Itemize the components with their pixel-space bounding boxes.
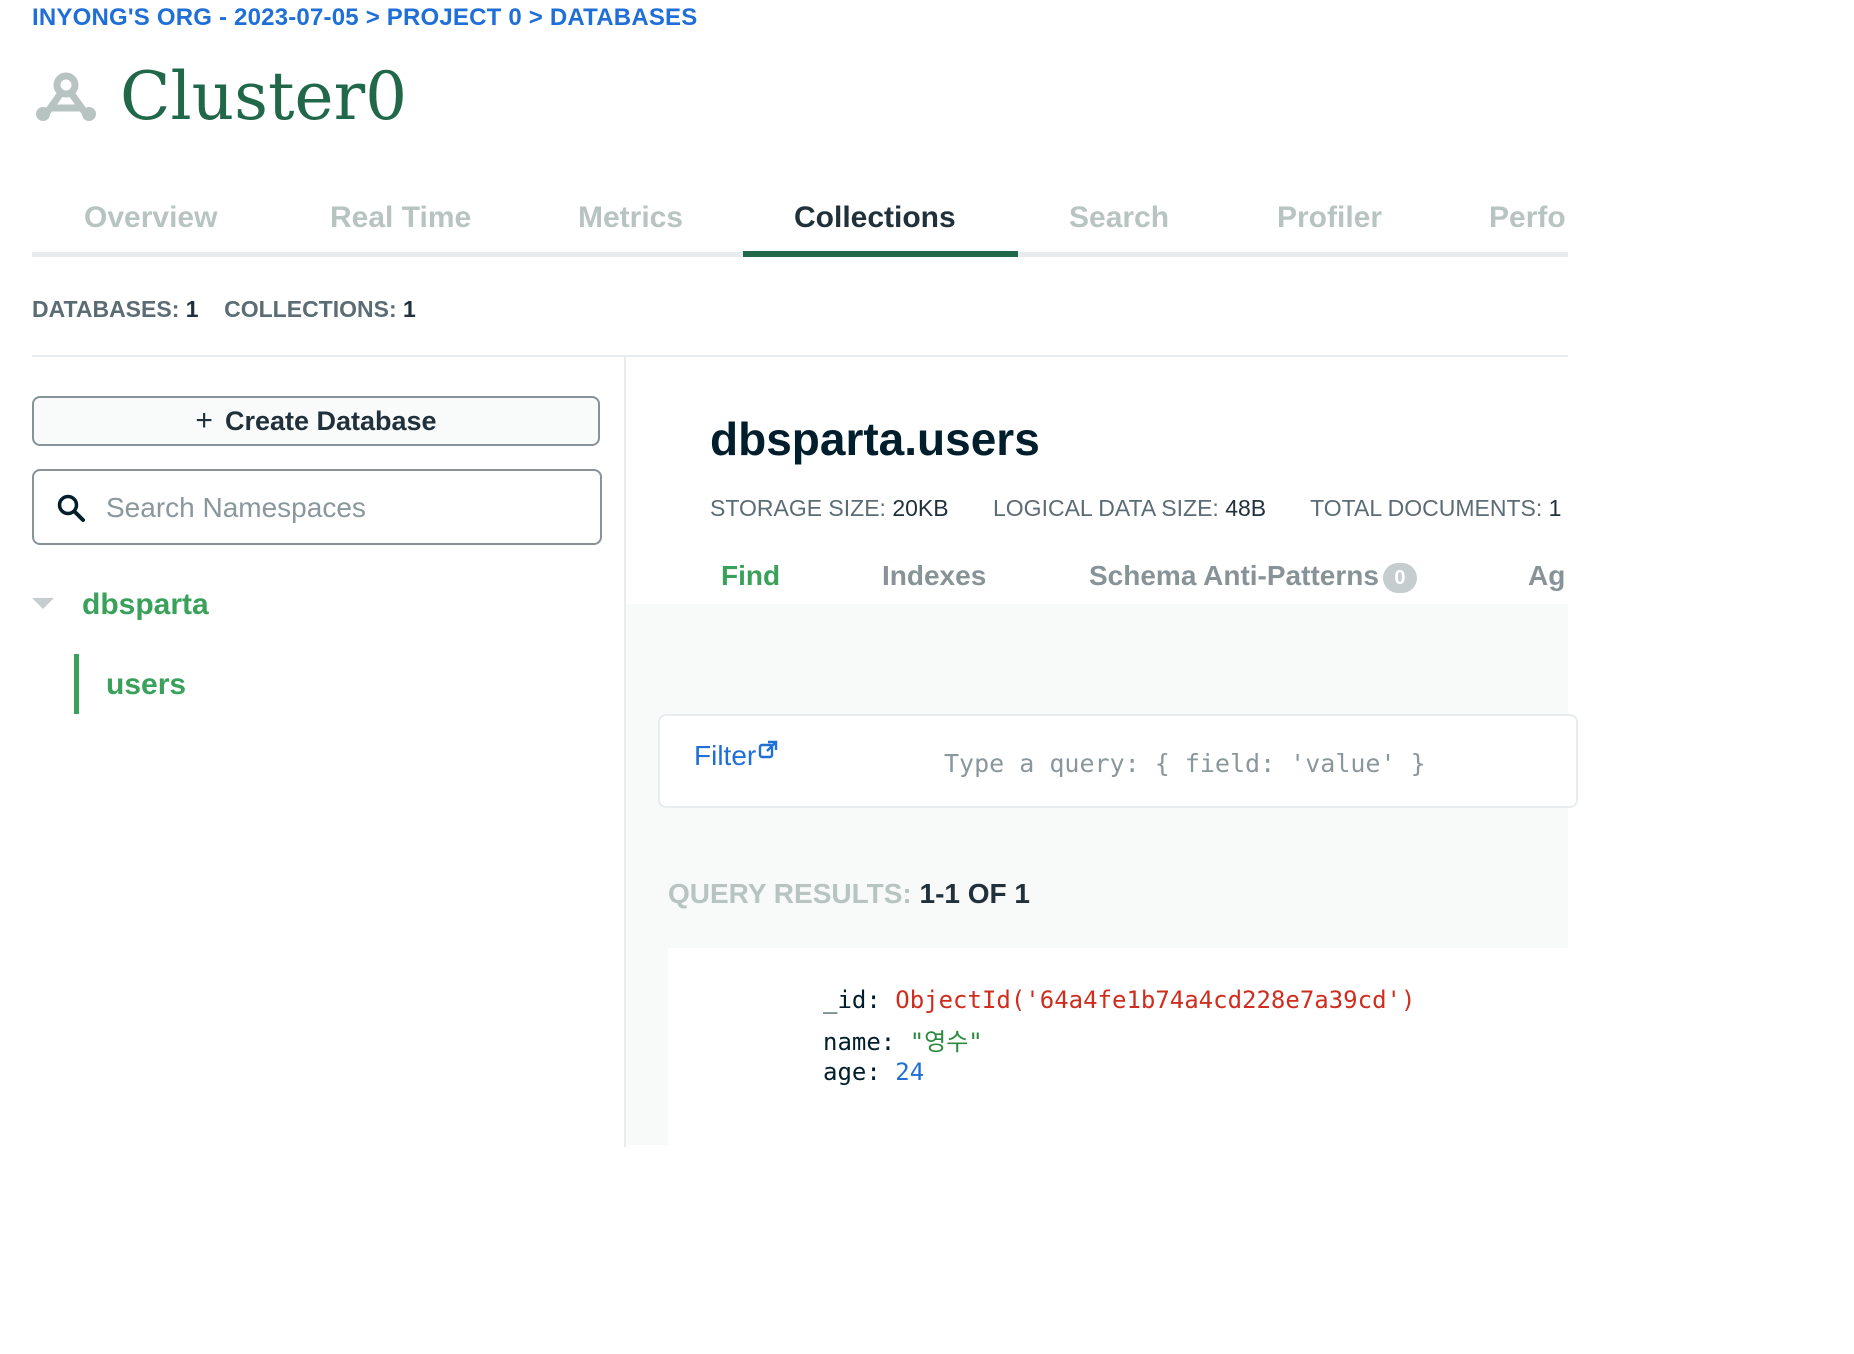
count-badge: 0 <box>1382 562 1417 593</box>
tab-overview[interactable]: Overview <box>84 186 217 252</box>
collections-count: 1 <box>403 296 416 322</box>
collections-label: COLLECTIONS: <box>224 296 397 322</box>
create-database-button[interactable]: + Create Database <box>32 396 600 446</box>
filter-label: Filter <box>694 740 757 771</box>
field-value: ObjectId('64a4fe1b74a4cd228e7a39cd') <box>895 986 1416 1014</box>
document-field-name: name: "영수" <box>823 1022 983 1057</box>
document-field-id: _id: ObjectId('64a4fe1b74a4cd228e7a39cd'… <box>823 986 1415 1014</box>
total-documents-label: TOTAL DOCUMENTS: <box>1310 495 1543 521</box>
field-key: name: <box>823 1028 896 1056</box>
external-link-icon <box>759 740 778 759</box>
search-namespaces-input[interactable] <box>104 485 578 531</box>
search-icon <box>56 493 86 523</box>
create-database-label: Create Database <box>224 405 437 436</box>
caret-down-icon[interactable] <box>32 598 54 609</box>
field-key: _id: <box>823 986 881 1014</box>
filter-query-input[interactable] <box>942 742 1566 784</box>
databases-label: DATABASES: <box>32 296 180 322</box>
tab-performance[interactable]: Perfo <box>1489 186 1566 252</box>
storage-size-label: STORAGE SIZE: <box>710 495 886 521</box>
tab-real-time[interactable]: Real Time <box>330 186 471 252</box>
filter-bar: Filter <box>658 714 1578 808</box>
breadcrumb[interactable]: INYONG'S ORG - 2023-07-05 > PROJECT 0 > … <box>32 4 697 32</box>
subtab-aggregation[interactable]: Ag <box>1528 560 1565 592</box>
namespace-title: dbsparta.users <box>710 413 1040 465</box>
collection-stats: STORAGE SIZE: 20KB LOGICAL DATA SIZE: 48… <box>710 495 1561 522</box>
cluster-stats: DATABASES: 1 COLLECTIONS: 1 <box>32 296 416 323</box>
field-value: "영수" <box>909 1028 983 1056</box>
page-title: Cluster0 <box>120 58 408 135</box>
subtab-schema-label: Schema Anti-Patterns <box>1089 560 1379 591</box>
sidebar-collection-users[interactable]: users <box>106 668 186 702</box>
storage-size-value: 20KB <box>892 495 949 521</box>
tab-collections[interactable]: Collections <box>794 186 956 252</box>
divider <box>32 355 1568 357</box>
filter-link[interactable]: Filter <box>694 740 778 772</box>
logical-size-value: 48B <box>1225 495 1267 521</box>
subtab-schema-anti-patterns[interactable]: Schema Anti-Patterns 0 <box>1089 560 1417 593</box>
total-documents-value: 1 <box>1548 495 1562 521</box>
subtab-indexes[interactable]: Indexes <box>882 560 986 592</box>
tab-metrics[interactable]: Metrics <box>578 186 683 252</box>
sidebar-database-dbsparta[interactable]: dbsparta <box>82 588 209 622</box>
field-key: age: <box>823 1058 881 1086</box>
namespace-search <box>32 469 602 545</box>
tab-bar: Overview Real Time Metrics Collections S… <box>32 186 1568 258</box>
document-card[interactable]: _id: ObjectId('64a4fe1b74a4cd228e7a39cd'… <box>668 948 1568 1148</box>
cluster-icon <box>34 72 98 124</box>
tab-search[interactable]: Search <box>1069 186 1169 252</box>
subtab-find[interactable]: Find <box>721 560 780 592</box>
field-value: 24 <box>895 1058 925 1086</box>
query-results-summary: QUERY RESULTS: 1-1 OF 1 <box>668 878 1030 910</box>
query-results-label: QUERY RESULTS: <box>668 878 912 909</box>
document-field-age: age: 24 <box>823 1058 924 1086</box>
databases-count: 1 <box>185 296 199 322</box>
tab-profiler[interactable]: Profiler <box>1277 186 1382 252</box>
selected-collection-indicator <box>74 654 79 714</box>
query-results-count: 1-1 OF 1 <box>919 878 1030 909</box>
plus-icon: + <box>195 404 213 437</box>
logical-size-label: LOGICAL DATA SIZE: <box>993 495 1219 521</box>
active-tab-indicator <box>743 251 1018 257</box>
